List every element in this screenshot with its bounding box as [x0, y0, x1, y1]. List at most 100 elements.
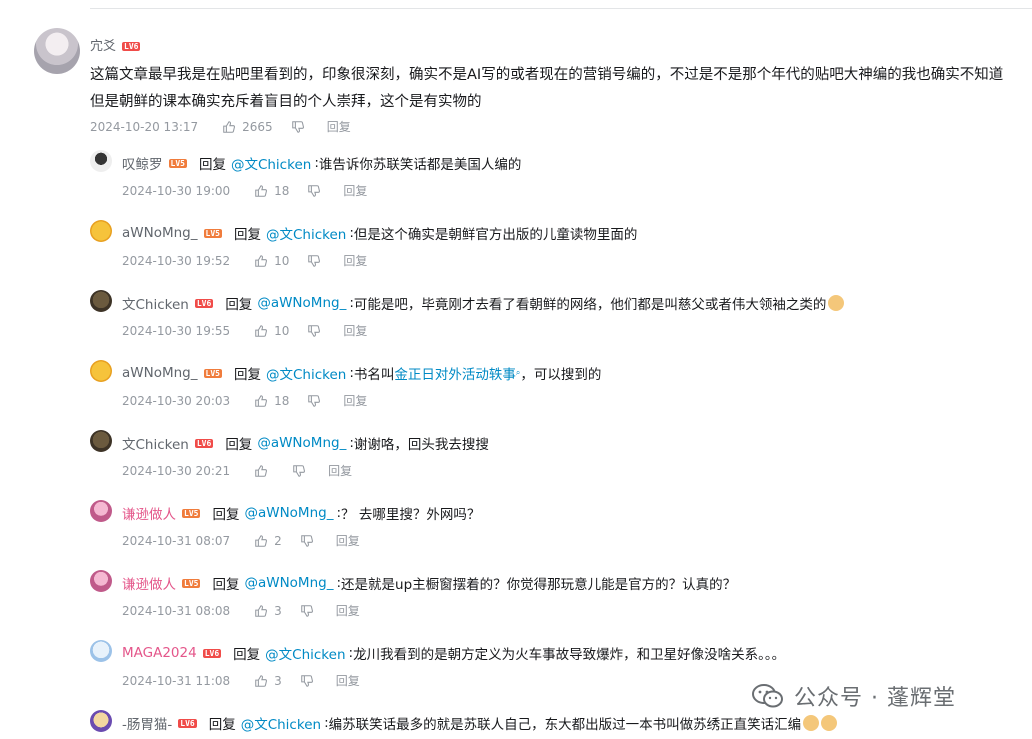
mention-link[interactable]: @aWNoMng_: [257, 435, 346, 451]
reply-button[interactable]: 回复: [343, 322, 367, 339]
reply-text: 编苏联笑话最多的就是苏联人自己，东大都出版过一本书叫做苏绣正直笑话汇编: [328, 717, 802, 733]
like-count: 2665: [242, 119, 273, 134]
reply-meta: 2024-10-31 08:07 2 回复: [122, 532, 360, 549]
reply-word: 回复: [233, 227, 261, 243]
reply-word: 回复: [212, 577, 240, 593]
like-button[interactable]: 10: [254, 324, 289, 338]
mention-link[interactable]: @文Chicken: [266, 363, 346, 383]
reply-button[interactable]: 回复: [336, 672, 360, 689]
dislike-button[interactable]: [300, 534, 314, 548]
thumbs-down-icon: [308, 254, 321, 267]
dislike-button[interactable]: [291, 120, 305, 134]
reply-meta: 2024-10-30 19:55 10 回复: [122, 322, 367, 339]
comment-text: 这篇文章最早我是在贴吧里看到的，印象很深刻，确实不是AI写的或者现在的营销号编的…: [90, 62, 1032, 116]
username[interactable]: aWNoMng_: [122, 365, 198, 381]
reply-meta: 2024-10-31 11:08 3 回复: [122, 672, 360, 689]
dislike-button[interactable]: [300, 674, 314, 688]
mention-link[interactable]: @aWNoMng_: [244, 505, 333, 521]
mention-link[interactable]: @文Chicken: [265, 643, 345, 663]
reply-button[interactable]: 回复: [343, 252, 367, 269]
timestamp: 2024-10-31 08:08: [122, 603, 231, 618]
reply-meta: 2024-10-30 19:00 18 回复: [122, 182, 367, 199]
like-count: 10: [274, 253, 290, 268]
avatar[interactable]: [90, 500, 112, 522]
reply-button[interactable]: 回复: [327, 118, 351, 135]
username[interactable]: 谦逊做人: [122, 573, 176, 593]
like-button[interactable]: 18: [254, 394, 289, 408]
mention-link[interactable]: @文Chicken: [241, 713, 321, 733]
timestamp: 2024-10-31 08:07: [122, 533, 231, 548]
avatar[interactable]: [90, 570, 112, 592]
thumbs-down-icon: [308, 184, 321, 197]
thumbs-up-icon: [255, 254, 268, 267]
username[interactable]: aWNoMng_: [122, 225, 198, 241]
level-badge: LV6: [194, 438, 214, 448]
like-button[interactable]: 18: [254, 184, 289, 198]
username[interactable]: 叹鲸罗: [122, 153, 163, 173]
level-badge: LV5: [203, 368, 222, 378]
dislike-button[interactable]: [307, 394, 321, 408]
avatar[interactable]: [34, 28, 80, 74]
thumbs-up-icon: [255, 534, 268, 547]
watermark: 公众号 · 蓬辉堂: [752, 680, 956, 712]
comment-line: 但是朝鲜的课本确实充斥着盲目的个人崇拜，这个是有实物的: [90, 94, 482, 110]
avatar[interactable]: [90, 220, 112, 242]
avatar[interactable]: [90, 290, 112, 312]
username[interactable]: MAGA2024: [122, 645, 197, 661]
like-button[interactable]: 3: [254, 604, 282, 618]
username[interactable]: 文Chicken: [122, 293, 189, 313]
like-button[interactable]: 3: [254, 674, 282, 688]
thumbs-down-icon: [291, 120, 304, 133]
thumbs-up-icon: [255, 604, 268, 617]
comment-meta: 2024-10-20 13:17 2665 回复: [90, 118, 351, 135]
avatar[interactable]: [90, 640, 112, 662]
reply-word: 回复: [225, 437, 253, 453]
like-button[interactable]: [254, 464, 274, 478]
dog-emoji-icon: [821, 715, 838, 731]
dislike-button[interactable]: [307, 254, 321, 268]
reply-text: 谢谢咯，回头我去搜搜: [353, 437, 489, 453]
dislike-button[interactable]: [307, 184, 321, 198]
reply-meta: 2024-10-30 20:03 18 回复: [122, 392, 367, 409]
reply-word: 回复: [233, 367, 261, 383]
reply-button[interactable]: 回复: [328, 462, 352, 479]
mention-link[interactable]: @aWNoMng_: [257, 295, 346, 311]
reply-button[interactable]: 回复: [343, 392, 367, 409]
thumbs-up-icon: [255, 464, 268, 477]
reply-word: 回复: [225, 297, 253, 313]
dog-emoji-icon: [828, 295, 845, 311]
mention-link[interactable]: @aWNoMng_: [244, 575, 333, 591]
search-keyword-link[interactable]: 金正日对外活动轶事: [394, 363, 516, 383]
avatar[interactable]: [90, 150, 112, 172]
mention-link[interactable]: @文Chicken: [266, 223, 346, 243]
avatar[interactable]: [90, 360, 112, 382]
like-count: 3: [274, 673, 282, 688]
avatar[interactable]: [90, 710, 112, 732]
reply-button[interactable]: 回复: [343, 182, 367, 199]
like-button[interactable]: 2665: [222, 120, 273, 134]
thumbs-up-icon: [255, 184, 268, 197]
like-count: 10: [274, 323, 290, 338]
avatar[interactable]: [90, 430, 112, 452]
like-button[interactable]: 2: [254, 534, 282, 548]
comment-line: 这篇文章最早我是在贴吧里看到的，印象很深刻，确实不是AI写的或者现在的营销号编的…: [90, 67, 1004, 83]
reply-word: 回复: [208, 717, 236, 733]
dislike-button[interactable]: [307, 324, 321, 338]
mention-link[interactable]: @文Chicken: [231, 153, 311, 173]
timestamp: 2024-10-30 20:03: [122, 393, 231, 408]
reply-button[interactable]: 回复: [336, 532, 360, 549]
username[interactable]: 文Chicken: [122, 433, 189, 453]
level-badge: LV6: [202, 648, 222, 658]
username[interactable]: 谦逊做人: [122, 503, 176, 523]
reply-text: 书名叫: [353, 367, 395, 383]
like-count: 18: [274, 183, 290, 198]
reply-word: 回复: [198, 157, 226, 173]
dislike-button[interactable]: [292, 464, 306, 478]
like-button[interactable]: 10: [254, 254, 289, 268]
dislike-button[interactable]: [300, 604, 314, 618]
username[interactable]: 宂爻: [90, 39, 116, 54]
timestamp: 2024-10-30 19:55: [122, 323, 231, 338]
reply-button[interactable]: 回复: [336, 602, 360, 619]
username[interactable]: -肠胃猫-: [122, 713, 172, 733]
thumbs-down-icon: [308, 394, 321, 407]
